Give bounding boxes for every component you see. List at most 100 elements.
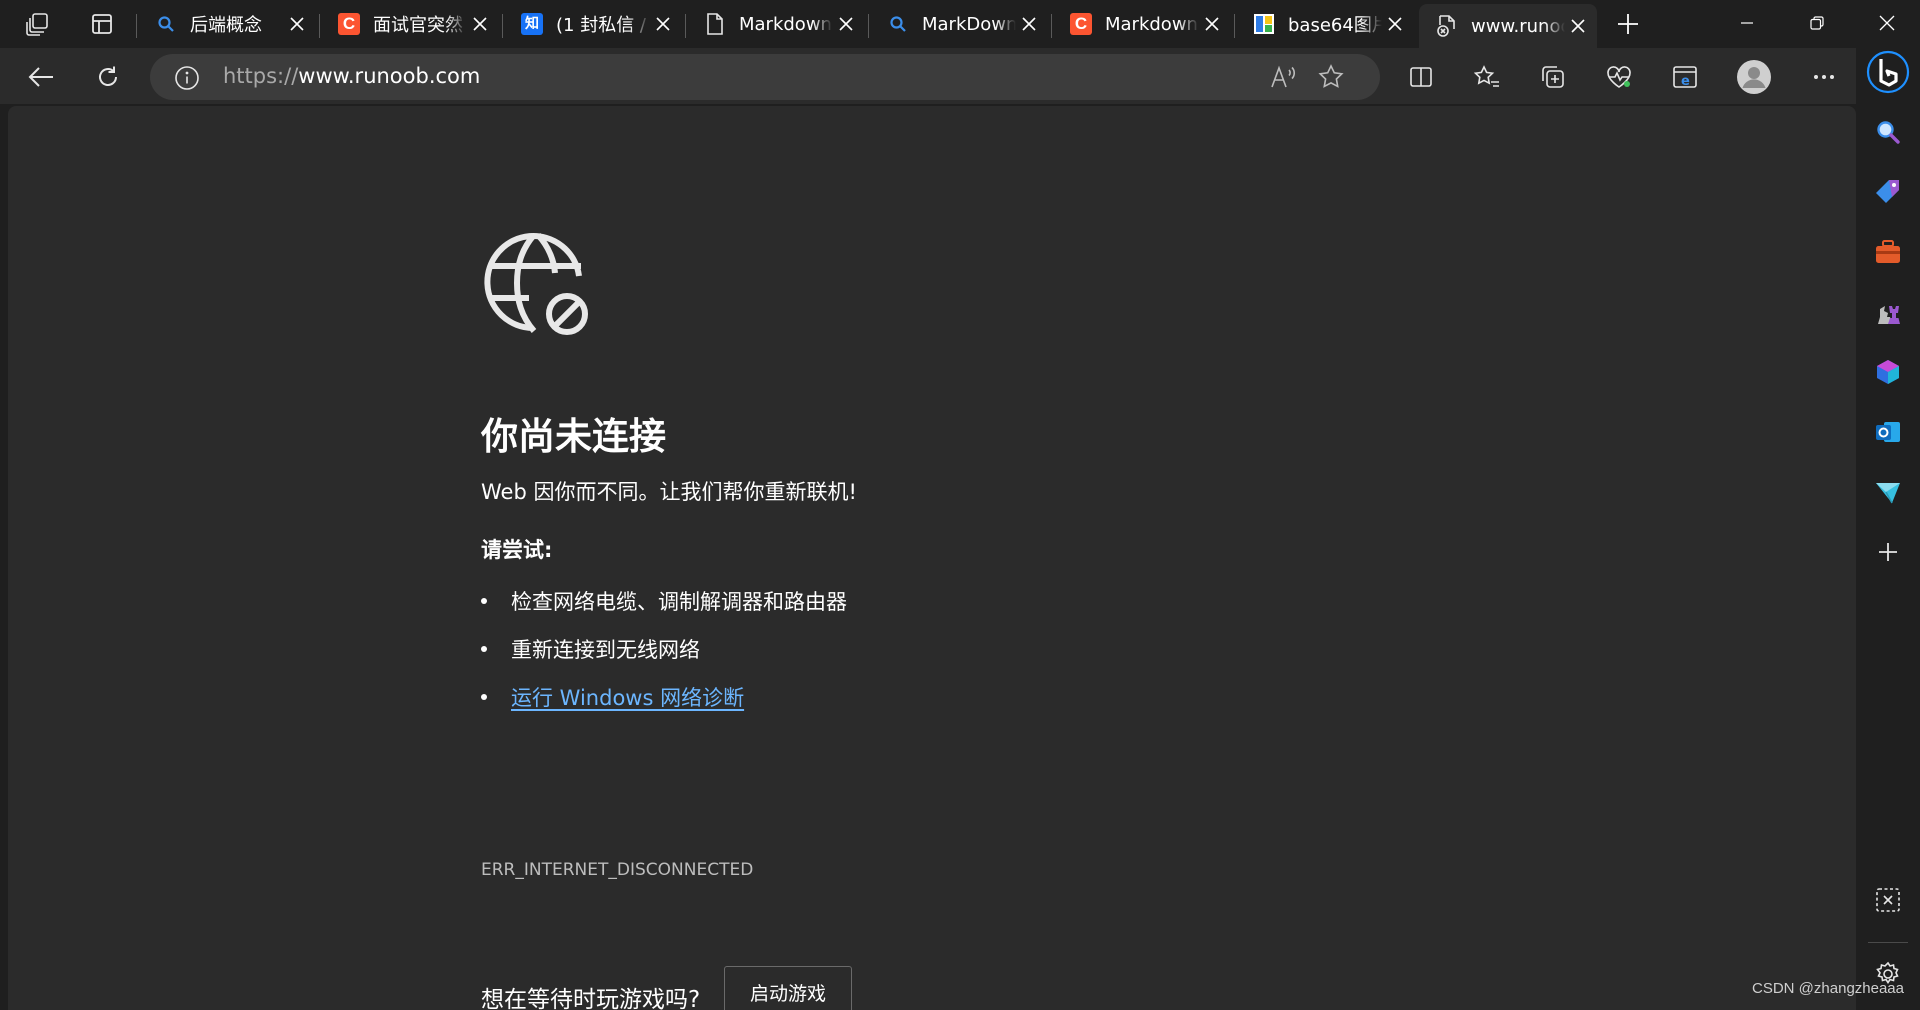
minimize-icon [1741, 22, 1753, 24]
restore-button[interactable] [1782, 0, 1852, 46]
favorites-button[interactable] [1466, 56, 1508, 98]
restore-icon [1810, 16, 1824, 30]
close-tab-icon[interactable] [1199, 11, 1225, 37]
new-tab-button[interactable] [1606, 4, 1650, 44]
zhihu-icon: 知 [520, 12, 544, 36]
close-tab-icon[interactable] [650, 11, 676, 37]
minimize-button[interactable] [1712, 0, 1782, 46]
add-sidebar-app-button[interactable] [1866, 530, 1910, 574]
read-aloud-icon [1271, 65, 1296, 88]
bing-chat-button[interactable] [1866, 50, 1910, 94]
address-bar[interactable]: https://www.runoob.com [150, 54, 1380, 100]
tab-title: 面试官突然 [373, 15, 463, 36]
tab-strip: 后端概念 C 面试官突然 知 (1 封私信 / Markdown MarkDow… [0, 0, 1920, 48]
error-code: ERR_INTERNET_DISCONNECTED [481, 860, 754, 880]
workspaces-icon [26, 13, 48, 36]
split-screen-icon [1410, 67, 1432, 87]
network-diagnostics-link[interactable]: 运行 Windows 网络诊断 [511, 682, 744, 712]
tab-5[interactable]: MarkDown [870, 6, 1048, 42]
sidebar-search-button[interactable] [1866, 110, 1910, 154]
bullet [481, 646, 487, 652]
error-title: 你尚未连接 [481, 415, 666, 458]
try-heading: 请尝试: [481, 538, 553, 562]
tab-3[interactable]: 知 (1 封私信 / [504, 6, 682, 42]
svg-text:e: e [1681, 74, 1690, 89]
drop-button[interactable] [1866, 470, 1910, 514]
favorites-icon [1474, 65, 1499, 87]
split-screen-button[interactable] [1400, 56, 1442, 98]
broken-page-icon [1435, 14, 1459, 38]
bullet [481, 598, 487, 604]
collections-button[interactable] [1532, 56, 1574, 98]
settings-and-more-button[interactable] [1803, 56, 1845, 98]
profile-button[interactable] [1733, 56, 1775, 98]
outlook-icon [1876, 422, 1900, 442]
tab-title: MarkDown [922, 13, 1016, 35]
ie-mode-button[interactable]: e [1664, 56, 1706, 98]
close-icon [1879, 15, 1895, 31]
suggestion-text: 检查网络电缆、调制解调器和路由器 [511, 590, 847, 614]
vertical-tabs-button[interactable] [80, 4, 124, 44]
site-info-icon[interactable] [174, 65, 200, 91]
screenshot-button[interactable] [1866, 878, 1910, 922]
close-tab-icon[interactable] [467, 11, 493, 37]
url-host: www.runoob.com [298, 64, 481, 88]
close-tab-icon[interactable] [284, 11, 310, 37]
refresh-icon [99, 66, 117, 86]
close-window-button[interactable] [1852, 0, 1920, 46]
close-tab-icon[interactable] [833, 11, 859, 37]
close-tab-icon[interactable] [1565, 13, 1591, 39]
outlook-button[interactable] [1866, 410, 1910, 454]
read-aloud-button[interactable] [1267, 62, 1299, 92]
sidebar-divider [1868, 942, 1908, 943]
bing-icon [1866, 50, 1910, 94]
game-prompt: 想在等待时玩游戏吗? [481, 987, 701, 1010]
ie-mode-icon: e [1673, 66, 1697, 89]
tab-1[interactable]: 后端概念 [138, 6, 316, 42]
browser-toolbar: https://www.runoob.com e [0, 48, 1920, 104]
tab-7[interactable]: base64图片 [1236, 6, 1414, 42]
tag-icon [1876, 180, 1899, 203]
watermark: CSDN @zhangzheaaa [1752, 980, 1904, 997]
microsoft-365-button[interactable] [1866, 350, 1910, 394]
avatar-icon [1737, 60, 1771, 94]
send-icon [1876, 483, 1900, 504]
bullet [481, 694, 487, 700]
url-scheme: https:// [223, 64, 299, 88]
workspaces-button[interactable] [16, 4, 60, 44]
close-tab-icon[interactable] [1016, 11, 1042, 37]
url-text[interactable]: https://www.runoob.com [223, 64, 480, 88]
chess-piece-icon [1878, 306, 1900, 324]
tab-actions-icon [92, 14, 112, 34]
back-button[interactable] [20, 56, 62, 98]
globe-disconnected-icon [484, 232, 588, 335]
start-game-button[interactable]: 启动游戏 [724, 966, 852, 1010]
csdn-icon: C [337, 12, 361, 36]
tab-title: Markdown [1105, 13, 1198, 35]
microsoft-365-icon [1877, 360, 1899, 384]
close-tab-icon[interactable] [1382, 11, 1408, 37]
tab-title: base64图片 [1288, 15, 1382, 36]
tools-button[interactable] [1866, 230, 1910, 274]
tab-title: 后端概念 [190, 15, 262, 36]
error-description: Web 因你而不同。让我们帮你重新联机! [481, 480, 857, 504]
collections-icon [1542, 66, 1564, 88]
tab-title: www.runoob [1471, 15, 1565, 37]
browser-essentials-button[interactable] [1598, 56, 1640, 98]
csdn-icon: C [1069, 12, 1093, 36]
page-content: 你尚未连接 Web 因你而不同。让我们帮你重新联机! 请尝试: 检查网络电缆、调… [8, 106, 1856, 1010]
star-icon [1318, 64, 1344, 88]
tab-8-active[interactable]: www.runoob [1419, 4, 1597, 48]
refresh-button[interactable] [87, 56, 129, 98]
screenshot-icon [1876, 888, 1900, 912]
tab-6[interactable]: C Markdown [1053, 6, 1231, 42]
tab-4[interactable]: Markdown [687, 6, 865, 42]
add-favorite-button[interactable] [1315, 62, 1347, 92]
plus-icon [1879, 543, 1897, 561]
search-icon [886, 12, 910, 36]
shopping-button[interactable] [1866, 170, 1910, 214]
tab-2[interactable]: C 面试官突然 [321, 6, 499, 42]
page-icon [703, 12, 727, 36]
tab-title: (1 封私信 / [556, 15, 646, 36]
games-button[interactable] [1866, 290, 1910, 334]
